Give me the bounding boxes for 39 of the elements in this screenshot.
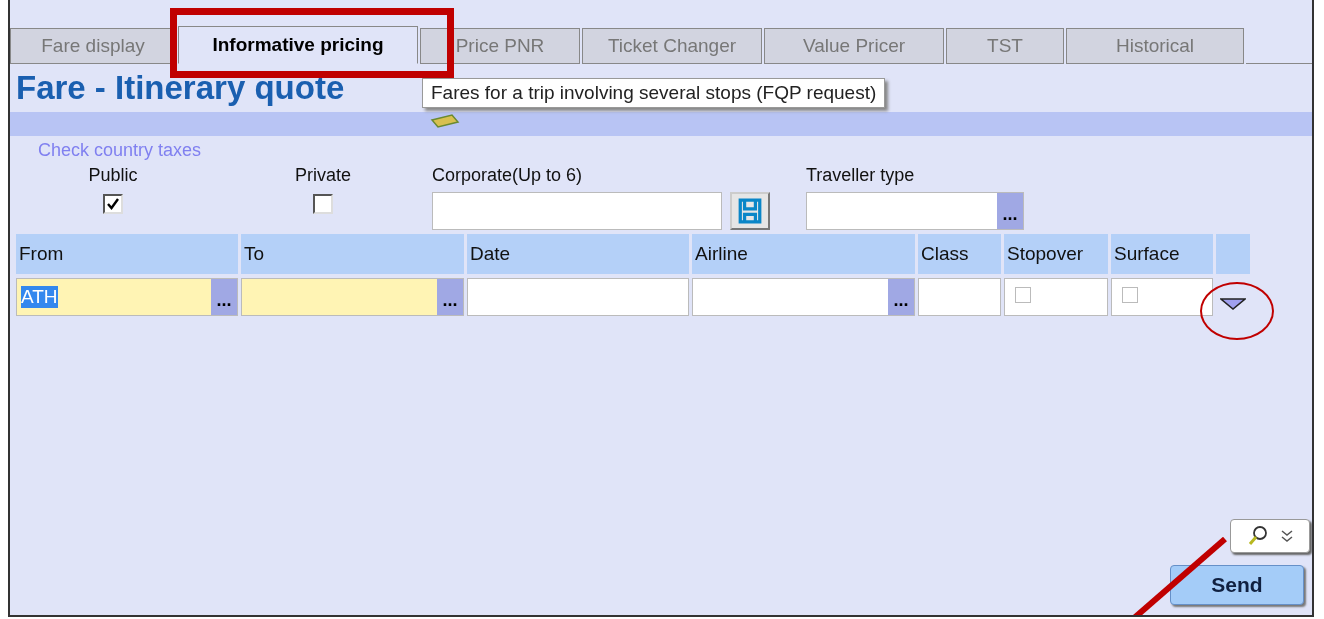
check-taxes-link[interactable]: Check country taxes bbox=[38, 140, 202, 160]
surface-checkbox[interactable] bbox=[1122, 287, 1138, 303]
column-header: Surface bbox=[1111, 234, 1213, 274]
tab[interactable]: Price PNR bbox=[420, 28, 580, 64]
tab[interactable]: Historical bbox=[1066, 28, 1244, 64]
tab[interactable]: Value Pricer bbox=[764, 28, 944, 64]
chevron-down-icon bbox=[1281, 529, 1293, 543]
corporate-field[interactable] bbox=[432, 192, 722, 230]
page-title: Fare - Itinerary quote bbox=[16, 69, 345, 107]
save-button[interactable] bbox=[730, 192, 770, 230]
header-cell bbox=[1216, 234, 1250, 274]
to-field[interactable]: ... bbox=[241, 278, 464, 316]
send-button[interactable]: Send bbox=[1170, 565, 1304, 605]
option-label: Public bbox=[88, 165, 138, 186]
tab[interactable]: Informative pricing bbox=[178, 26, 418, 64]
from-field[interactable]: ATH ... bbox=[16, 278, 238, 316]
column-header: From bbox=[16, 234, 238, 274]
ticket-icon bbox=[430, 114, 460, 128]
option-label: Private bbox=[295, 165, 351, 186]
checkbox[interactable] bbox=[103, 194, 123, 214]
dropdown-triangle-icon[interactable] bbox=[1220, 298, 1246, 310]
column-header: Class bbox=[918, 234, 1001, 274]
traveller-type-label: Traveller type bbox=[806, 165, 916, 186]
magnifier-icon bbox=[1247, 525, 1269, 547]
corporate-label: Corporate(Up to 6) bbox=[432, 165, 584, 186]
column-header: Airline bbox=[692, 234, 915, 274]
tab[interactable]: TST bbox=[946, 28, 1064, 64]
date-field[interactable] bbox=[467, 278, 689, 316]
tooltip: Fares for a trip involving several stops (FQP request) bbox=[422, 78, 886, 108]
stopover-checkbox[interactable] bbox=[1015, 287, 1031, 303]
column-header: To bbox=[241, 234, 464, 274]
column-header: Stopover bbox=[1004, 234, 1108, 274]
airline-field[interactable]: ... bbox=[692, 278, 915, 316]
class-field[interactable] bbox=[918, 278, 1001, 316]
search-button[interactable] bbox=[1230, 519, 1310, 553]
column-header: Date bbox=[467, 234, 689, 274]
tab[interactable]: Ticket Changer bbox=[582, 28, 762, 64]
checkbox[interactable] bbox=[313, 194, 333, 214]
traveller-type-field[interactable]: ... bbox=[806, 192, 1024, 230]
